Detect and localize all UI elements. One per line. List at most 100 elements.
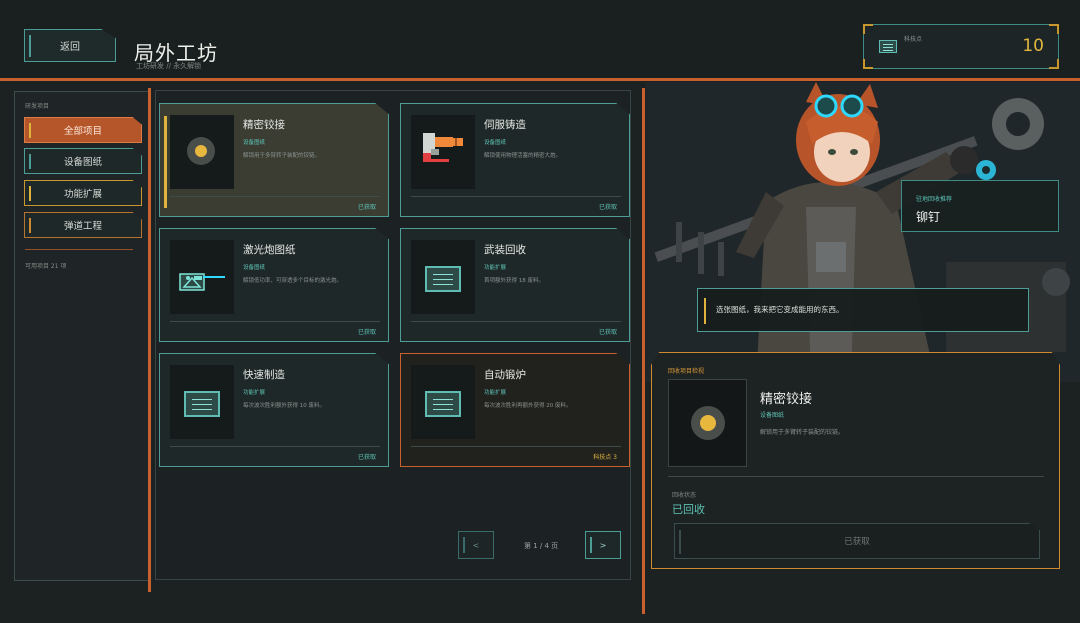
document-icon [184,391,220,417]
sidebar-item-label: 功能扩展 [63,189,102,200]
gear-circle-icon [187,137,215,165]
card-status: 已获取 [598,329,617,336]
character-portrait [646,82,1080,382]
sidebar-item-marker [29,154,31,169]
card-category: 功能扩展 [484,390,507,396]
sidebar-item-label: 设备图纸 [63,157,102,168]
card-description: 解锁用于多臂转子装配的铰链。 [243,153,321,159]
right-panel-edge-line [642,88,645,614]
project-card[interactable]: 伺服铸造 设备图纸 解锁使用物理活塞的精密大炮。 已获取 [400,103,630,217]
available-count: 可用项目 21 项 [25,263,67,270]
card-description: 每次波次胜利额外获得 10 废料。 [243,403,325,409]
sidebar-item-all[interactable]: 全部项目 [24,117,142,143]
prev-page-button[interactable]: < [458,531,494,559]
sidebar-item-marker [29,186,31,201]
detail-panel: 回收项目检视 精密铰接 设备图纸 解锁用于多臂转子装配的铰链。 回收状态 已回收… [651,352,1060,569]
detail-state-label: 回收状态 [672,492,697,499]
acquire-button-label: 已获取 [844,537,870,547]
card-divider [170,196,380,197]
sidebar-divider [25,249,133,250]
top-divider [0,78,1080,81]
recommendation-label: 驻地回收推荐 [916,196,953,203]
back-button-accent [29,35,31,57]
card-thumbnail [411,240,475,314]
card-thumbnail [170,365,234,439]
card-description: 解锁使用物理活塞的精密大炮。 [484,153,562,159]
card-status: 已获取 [357,454,376,461]
card-category: 功能扩展 [243,390,266,396]
card-status: 已获取 [357,204,376,211]
back-button[interactable]: 返回 [24,29,116,62]
gear-circle-icon [691,406,725,440]
card-divider [170,446,380,447]
tech-points-value: 10 [1022,36,1044,56]
sidebar-item-ballistics[interactable]: 弹道工程 [24,212,142,238]
card-divider [411,446,621,447]
recommendation-name: 铆钉 [916,210,941,224]
project-card[interactable]: 激光炮图纸 设备图纸 解锁低功率、可穿透多个目标的激光炮。 已获取 [159,228,389,342]
detail-category: 设备图纸 [760,412,785,419]
card-category: 设备图纸 [484,140,507,146]
card-divider [411,321,621,322]
detail-name: 精密铰接 [760,392,813,407]
dialog-marker [704,298,706,324]
card-status: 已获取 [357,329,376,336]
sidebar-item-blueprints[interactable]: 设备图纸 [24,148,142,174]
detail-thumbnail [668,379,747,467]
back-button-label: 返回 [60,42,80,53]
dialog-text: 选张图纸，我来把它变成能用的东西。 [716,305,844,314]
card-thumbnail [411,115,475,189]
card-thumbnail [170,240,234,314]
blueprint-icon [879,40,897,53]
card-category: 设备图纸 [243,140,266,146]
prev-page-label: < [472,540,480,550]
project-card[interactable]: 武装回收 功能扩展 首项额外获得 18 废料。 已获取 [400,228,630,342]
sidebar-item-marker [29,218,31,233]
project-card[interactable]: 快速制造 功能扩展 每次波次胜利额外获得 10 废料。 已获取 [159,353,389,467]
card-name: 快速制造 [243,369,285,381]
detail-state: 已回收 [672,503,705,516]
cannon-icon [423,133,463,162]
button-marker [590,537,592,553]
mechanic-character-illustration [646,82,1080,382]
selected-indicator [164,116,167,208]
card-category: 设备图纸 [243,265,266,271]
category-sidebar: 研发项目 全部项目 设备图纸 功能扩展 弹道工程 可用项目 21 项 [14,91,150,581]
card-divider [170,321,380,322]
card-name: 武装回收 [484,244,526,256]
tech-points-panel: 科技点 10 [863,24,1059,69]
sidebar-item-extensions[interactable]: 功能扩展 [24,180,142,206]
laser-cannon-icon [179,273,225,291]
card-description: 解锁低功率、可穿透多个目标的激光炮。 [243,278,343,284]
project-card[interactable]: 自动锻炉 功能扩展 每次波次胜利再额外获得 20 废料。 科技点 3 [400,353,630,467]
card-category: 功能扩展 [484,265,507,271]
sidebar-item-marker [29,123,31,138]
project-card[interactable]: 精密铰接 设备图纸 解锁用于多臂转子装配的铰链。 已获取 [159,103,389,217]
sidebar-item-label: 全部项目 [63,126,102,137]
card-status: 科技点 3 [593,454,617,461]
character-dialog: 选张图纸，我来把它变成能用的东西。 [697,288,1029,332]
card-name: 精密铰接 [243,119,285,131]
card-thumbnail [411,365,475,439]
button-marker [679,530,681,554]
document-icon [425,266,461,292]
sidebar-edge-line [148,88,151,592]
next-page-button[interactable]: > [585,531,621,559]
next-page-label: > [599,540,607,550]
button-marker [463,537,465,553]
acquire-button[interactable]: 已获取 [674,523,1040,559]
card-name: 自动锻炉 [484,369,526,381]
page-indicator: 第 1 / 4 页 [524,542,559,550]
sidebar-item-label: 弹道工程 [63,221,102,232]
document-icon [425,391,461,417]
card-status: 已获取 [598,204,617,211]
detail-divider [668,476,1044,477]
sidebar-section-label: 研发项目 [25,103,50,110]
card-name: 激光炮图纸 [243,244,296,256]
page-subtitle: 工坊研发 // 永久解锁 [136,62,202,70]
card-description: 每次波次胜利再额外获得 20 废料。 [484,403,572,409]
recommendation-card[interactable]: 驻地回收推荐 铆钉 [901,180,1059,232]
card-thumbnail [170,115,234,189]
card-divider [411,196,621,197]
detail-section-label: 回收项目检视 [668,368,705,375]
